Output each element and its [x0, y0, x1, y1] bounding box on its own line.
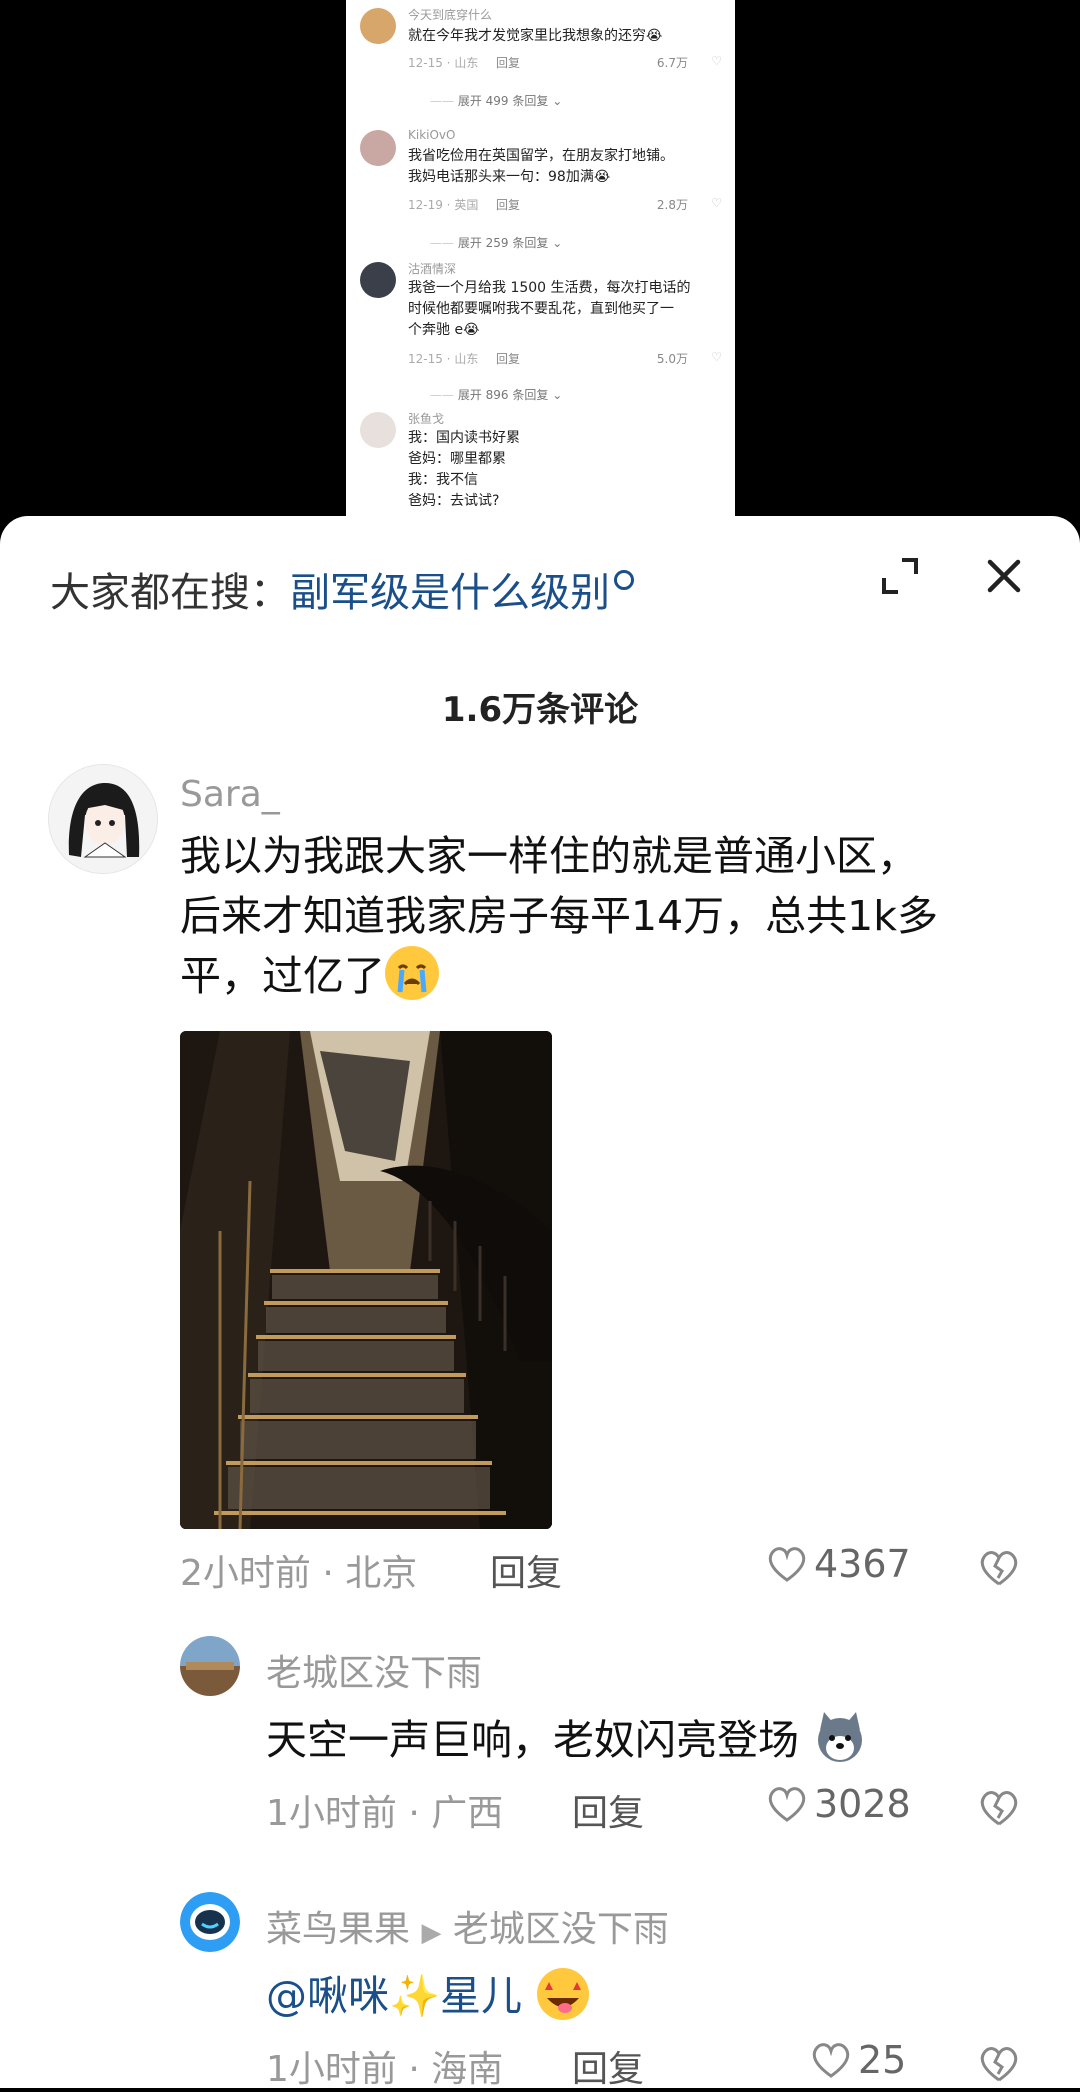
like-count: 3028	[814, 1782, 911, 1826]
comment-meta: 12-15 · 山东 回复 5.0万 ♡	[408, 350, 728, 367]
comment-meta: 12-15 · 山东 回复 6.7万 ♡	[408, 54, 728, 71]
reply-button[interactable]: 回复	[572, 1784, 644, 1836]
reply-label: 回复	[496, 56, 521, 70]
reply-label: 回复	[496, 198, 521, 212]
comment-username: KikiOvO	[408, 128, 456, 142]
like-count: 4367	[814, 1542, 911, 1586]
star-struck-emoji-icon	[537, 1968, 590, 2020]
reply-label: 回复	[496, 352, 521, 366]
comment-date: 12-19 · 英国	[408, 198, 479, 212]
reply-to-username[interactable]: 老城区没下雨	[453, 1909, 669, 1950]
comment-username: 今天到底穿什么	[408, 8, 493, 22]
search-prefix: 大家都在搜：	[50, 570, 290, 616]
expand-replies: —— 展开 259 条回复 ⌄	[430, 236, 563, 250]
like-count: 5.0万	[656, 352, 688, 366]
search-icon	[614, 570, 634, 590]
expand-label: 展开 259 条回复	[457, 236, 549, 250]
like-count: 6.7万	[656, 56, 688, 70]
dislike-icon[interactable]	[978, 1548, 1020, 1588]
comment-text: 我：国内读书好累 爸妈：哪里都累 我：我不信 爸妈：去试试?	[408, 430, 520, 509]
comment-count: 1.6万条评论	[441, 690, 639, 730]
expand-replies: —— 展开 896 条回复 ⌄	[430, 388, 563, 402]
reply-text: @啾咪✨星儿	[266, 1962, 591, 2022]
comment-username: 张鱼戈	[408, 412, 445, 426]
like-button[interactable]: 4367	[766, 1542, 911, 1586]
comment-text: 我省吃俭用在英国留学，在朋友家打地铺。 我妈电话那头来一句：98加满😭	[408, 148, 674, 185]
embedded-screenshot: 今天到底穿什么 就在今年我才发觉家里比我想象的还穷😭 12-15 · 山东 回复…	[346, 0, 735, 520]
mention-link[interactable]: @啾咪✨星儿	[266, 1972, 522, 2020]
reply-button[interactable]: 回复	[490, 1544, 562, 1596]
dislike-icon[interactable]	[978, 1788, 1020, 1828]
comment-date: 12-15 · 山东	[408, 352, 479, 366]
search-query-link[interactable]: 副军级是什么级别	[290, 570, 610, 616]
comment-meta: 12-19 · 英国 回复 2.8万 ♡	[408, 196, 728, 213]
reply-time-location: 1小时前 · 海南	[266, 2049, 504, 2090]
heart-icon	[768, 1547, 806, 1582]
comment-time-location: 2小时前 · 北京	[180, 1553, 418, 1594]
comment-text: 我爸一个月给我 1500 生活费，每次打电话的 时候他都要嘱咐我不要乱花，直到他…	[408, 280, 691, 338]
expand-label: 展开 896 条回复	[457, 388, 549, 402]
heart-icon	[812, 2043, 850, 2078]
comment-sheet: 大家都在搜：副军级是什么级别 1.6万条评论 Sara_ 我以为我跟大家一样住的…	[0, 516, 1080, 2090]
comment-date: 12-15 · 山东	[408, 56, 479, 70]
husky-emoji-icon	[818, 1712, 863, 1762]
comment-text: 就在今年我才发觉家里比我想象的还穷😭	[408, 28, 663, 44]
reply-button[interactable]: 回复	[572, 2040, 644, 2092]
reply-to-arrow-icon: ▶	[421, 1918, 442, 1948]
reply-time-location: 1小时前 · 广西	[266, 1793, 504, 1834]
reply-text: 天空一声巨响，老奴闪亮登场	[266, 1706, 868, 1766]
fullscreen-icon[interactable]	[880, 556, 920, 596]
reply-text-body: 天空一声巨响，老奴闪亮登场	[266, 1716, 799, 1764]
expand-replies: —— 展开 499 条回复 ⌄	[430, 94, 563, 108]
dislike-icon[interactable]	[978, 2044, 1020, 2084]
avatar	[360, 262, 396, 298]
avatar	[360, 412, 396, 448]
dislike-icon: ♡	[711, 54, 722, 68]
avatar	[360, 130, 396, 166]
avatar[interactable]	[180, 1892, 240, 1952]
comment-text-body: 我以为我跟大家一样住的就是普通小区， 后来才知道我家房子每平14万，总共1k多 …	[180, 832, 938, 1000]
reply-username-line: 菜鸟果果 ▶ 老城区没下雨	[266, 1900, 669, 1952]
close-icon[interactable]	[982, 554, 1026, 598]
expand-label: 展开 499 条回复	[457, 94, 549, 108]
like-count: 2.8万	[656, 198, 688, 212]
avatar[interactable]	[180, 1636, 240, 1696]
avatar[interactable]	[48, 764, 158, 874]
comment-text: 我以为我跟大家一样住的就是普通小区， 后来才知道我家房子每平14万，总共1k多 …	[180, 826, 1040, 1006]
like-button[interactable]: 3028	[766, 1782, 911, 1826]
reply-username[interactable]: 菜鸟果果	[266, 1909, 410, 1950]
crying-emoji-icon	[385, 946, 439, 1000]
avatar	[360, 8, 396, 44]
search-suggestion[interactable]: 大家都在搜：副军级是什么级别	[50, 560, 634, 618]
comment-username: 沽酒情深	[408, 262, 457, 276]
like-count: 25	[858, 2038, 907, 2082]
heart-icon	[768, 1787, 806, 1822]
comment-photo[interactable]	[180, 1031, 552, 1529]
like-button[interactable]: 25	[810, 2038, 906, 2082]
video-background[interactable]: 今天到底穿什么 就在今年我才发觉家里比我想象的还穷😭 12-15 · 山东 回复…	[0, 0, 1080, 520]
dislike-icon: ♡	[711, 196, 722, 210]
dislike-icon: ♡	[711, 350, 722, 364]
reply-username[interactable]: 老城区没下雨	[266, 1644, 482, 1696]
comment-username[interactable]: Sara_	[180, 774, 280, 815]
